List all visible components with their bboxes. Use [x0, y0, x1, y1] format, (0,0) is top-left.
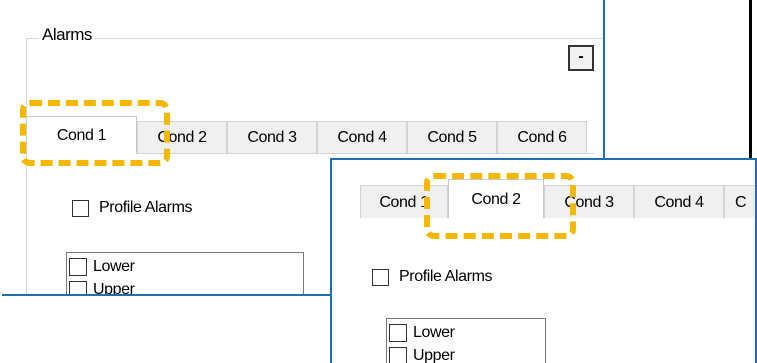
- profile-alarms-label: Profile Alarms: [99, 199, 193, 216]
- upper-checkbox[interactable]: [69, 281, 87, 294]
- list-item[interactable]: Upper: [69, 281, 135, 296]
- alarm-list[interactable]: Lower Upper: [386, 318, 546, 363]
- lower-checkbox[interactable]: [69, 258, 87, 276]
- list-item[interactable]: Lower: [69, 258, 135, 276]
- profile-alarms-checkbox-row[interactable]: Profile Alarms: [372, 268, 493, 286]
- highlight-cond-1: [20, 100, 170, 166]
- tab-cond-5-partial[interactable]: C: [724, 185, 755, 218]
- highlight-cond-2: [424, 173, 576, 239]
- profile-alarms-label: Profile Alarms: [399, 268, 493, 285]
- tab-cond-4[interactable]: Cond 4: [634, 185, 724, 218]
- alarms-group-title: Alarms: [39, 25, 95, 45]
- profile-alarms-checkbox[interactable]: [372, 268, 389, 286]
- tab-cond-6[interactable]: Cond 6: [497, 121, 587, 153]
- tab-cond-4[interactable]: Cond 4: [317, 121, 407, 153]
- profile-alarms-checkbox[interactable]: [72, 199, 89, 217]
- tab-cond-3[interactable]: Cond 3: [227, 121, 317, 153]
- list-item[interactable]: Lower: [389, 324, 455, 342]
- profile-alarms-checkbox-row[interactable]: Profile Alarms: [72, 199, 193, 217]
- upper-label: Upper: [93, 281, 135, 296]
- upper-label: Upper: [413, 347, 455, 363]
- tab-cond-5[interactable]: Cond 5: [407, 121, 497, 153]
- lower-label: Lower: [93, 258, 135, 275]
- upper-checkbox[interactable]: [389, 347, 407, 363]
- list-item[interactable]: Upper: [389, 347, 455, 363]
- lower-label: Lower: [413, 324, 455, 341]
- lower-checkbox[interactable]: [389, 324, 407, 342]
- alarm-list[interactable]: Lower Upper: [66, 252, 304, 296]
- collapse-button[interactable]: -: [568, 45, 594, 71]
